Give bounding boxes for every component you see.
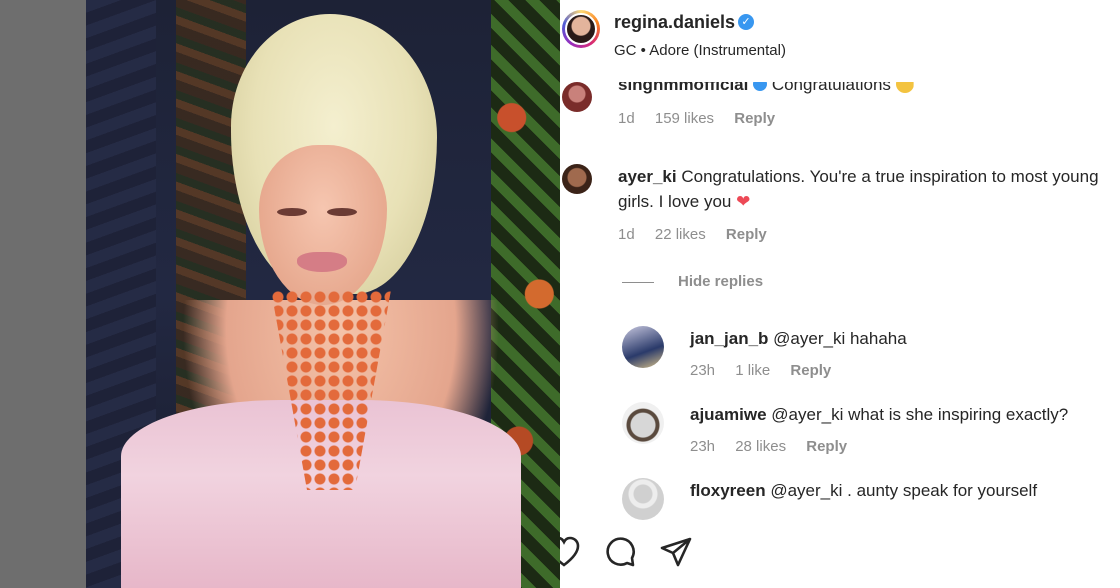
avatar[interactable] [622,402,664,444]
reply-time: 23h [690,438,716,455]
reply-likes[interactable]: 1 like [735,362,770,379]
comment-time: 1d [618,226,635,243]
avatar[interactable] [622,326,664,368]
story-ring[interactable] [562,10,600,48]
reply-likes[interactable]: 28 likes [735,438,786,455]
laughing-emoji-icon [895,82,914,93]
reply-button[interactable]: Reply [726,226,767,243]
comment-icon[interactable] [602,534,638,570]
reply-text: what is she inspiring exactly? [848,405,1069,424]
reply-button[interactable]: Reply [790,362,831,379]
post-header: regina.daniels ✓ GC • Adore (Instrumenta… [560,0,1120,76]
reply-text: hahaha [849,329,907,348]
post-media[interactable] [0,0,560,588]
comment-text: Congratulations. You're a true inspirati… [618,167,1099,211]
comment-username[interactable]: singhmmofficial [618,82,748,94]
mention-link[interactable]: @ayer_ki [770,481,842,500]
like-icon[interactable] [560,534,582,570]
divider [622,282,654,283]
action-bar [560,528,1120,588]
avatar[interactable] [565,13,597,45]
reply-item: ajuamiwe @ayer_ki what is she inspiring … [620,402,1120,462]
comment-item: singhmmofficial Congratulations 1d 159 l… [560,68,1120,128]
comment-time: 1d [618,110,635,127]
post-username[interactable]: regina.daniels [614,12,735,33]
comment-likes[interactable]: 22 likes [655,226,706,243]
share-icon[interactable] [658,534,694,570]
comment-likes[interactable]: 159 likes [655,110,714,127]
verified-badge-icon: ✓ [738,14,754,30]
reply-username[interactable]: floxyreen [690,481,766,500]
comment-username[interactable]: ayer_ki [618,167,677,186]
avatar[interactable] [562,82,592,112]
reply-item: jan_jan_b @ayer_ki hahaha 23h 1 like Rep… [620,326,1120,386]
reply-button[interactable]: Reply [806,438,847,455]
reply-username[interactable]: ajuamiwe [690,405,767,424]
mention-link[interactable]: @ayer_ki [771,405,843,424]
verified-badge-icon [753,82,768,91]
comment-item: ayer_ki Congratulations. You're a true i… [560,160,1120,250]
reply-item: floxyreen @ayer_ki . aunty speak for you… [620,478,1120,528]
woman-in-gele [101,0,521,588]
reply-time: 23h [690,362,716,379]
video-frame [86,0,560,588]
reply-button[interactable]: Reply [734,110,775,127]
reply-username[interactable]: jan_jan_b [690,329,768,348]
mention-link[interactable]: @ayer_ki [773,329,845,348]
audio-track[interactable]: GC • Adore (Instrumental) [614,42,786,59]
avatar[interactable] [562,164,592,194]
avatar[interactable] [622,478,664,520]
media-letterbox [0,0,86,588]
red-heart-icon: ❤ [736,192,751,211]
comment-text: Congratulations [771,75,891,94]
reply-text: . aunty speak for yourself [847,481,1038,500]
hide-replies-button[interactable]: Hide replies [678,273,763,290]
comments-panel: regina.daniels ✓ GC • Adore (Instrumenta… [560,0,1120,588]
